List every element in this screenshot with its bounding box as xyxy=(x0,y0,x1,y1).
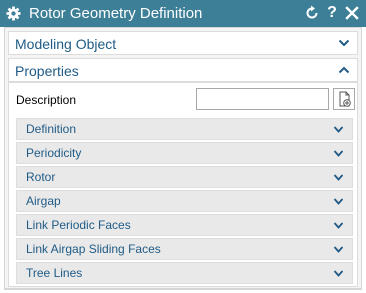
description-input[interactable] xyxy=(196,88,329,110)
subsection-link-airgap-sliding-faces[interactable]: Link Airgap Sliding Faces xyxy=(16,238,353,260)
chevron-down-icon[interactable] xyxy=(333,173,344,182)
description-add-button[interactable] xyxy=(333,88,355,110)
close-icon[interactable] xyxy=(344,5,360,21)
subsection-tree-lines[interactable]: Tree Lines xyxy=(16,262,353,284)
subsection-periodicity[interactable]: Periodicity xyxy=(16,142,353,164)
window-title: Rotor Geometry Definition xyxy=(29,5,203,22)
subsection-airgap[interactable]: Airgap xyxy=(16,190,353,212)
add-document-icon xyxy=(339,91,351,107)
chevron-down-icon[interactable] xyxy=(333,125,344,134)
properties-label: Properties xyxy=(15,63,79,79)
subsection-label: Rotor xyxy=(26,170,56,184)
subsection-link-periodic-faces[interactable]: Link Periodic Faces xyxy=(16,214,353,236)
subsection-label: Airgap xyxy=(26,194,61,208)
chevron-down-icon[interactable] xyxy=(338,38,350,48)
subsection-label: Definition xyxy=(26,122,77,136)
description-label: Description xyxy=(16,93,77,107)
title-bar: Rotor Geometry Definition ? xyxy=(0,0,366,27)
subsection-label: Link Airgap Sliding Faces xyxy=(26,242,161,256)
subsection-label: Periodicity xyxy=(26,146,82,160)
subsection-definition[interactable]: Definition xyxy=(16,118,353,140)
subsection-label: Tree Lines xyxy=(26,266,83,280)
chevron-down-icon[interactable] xyxy=(333,269,344,278)
modeling-object-header[interactable]: Modeling Object xyxy=(8,31,358,55)
reset-icon[interactable] xyxy=(304,5,320,21)
chevron-down-icon[interactable] xyxy=(333,197,344,206)
gear-icon xyxy=(6,6,21,21)
properties-panel: Description Definition Periodicity Rotor Ai… xyxy=(8,82,358,287)
subsection-label: Link Periodic Faces xyxy=(26,218,131,232)
chevron-down-icon[interactable] xyxy=(333,245,344,254)
chevron-up-icon[interactable] xyxy=(338,65,350,75)
help-button[interactable]: ? xyxy=(324,5,340,21)
dialog-body: Modeling Object Properties Description D… xyxy=(4,27,362,289)
chevron-down-icon[interactable] xyxy=(333,149,344,158)
subsection-rotor[interactable]: Rotor xyxy=(16,166,353,188)
modeling-object-label: Modeling Object xyxy=(15,36,117,52)
properties-header[interactable]: Properties xyxy=(8,58,358,82)
chevron-down-icon[interactable] xyxy=(333,221,344,230)
bottom-border xyxy=(4,289,362,290)
